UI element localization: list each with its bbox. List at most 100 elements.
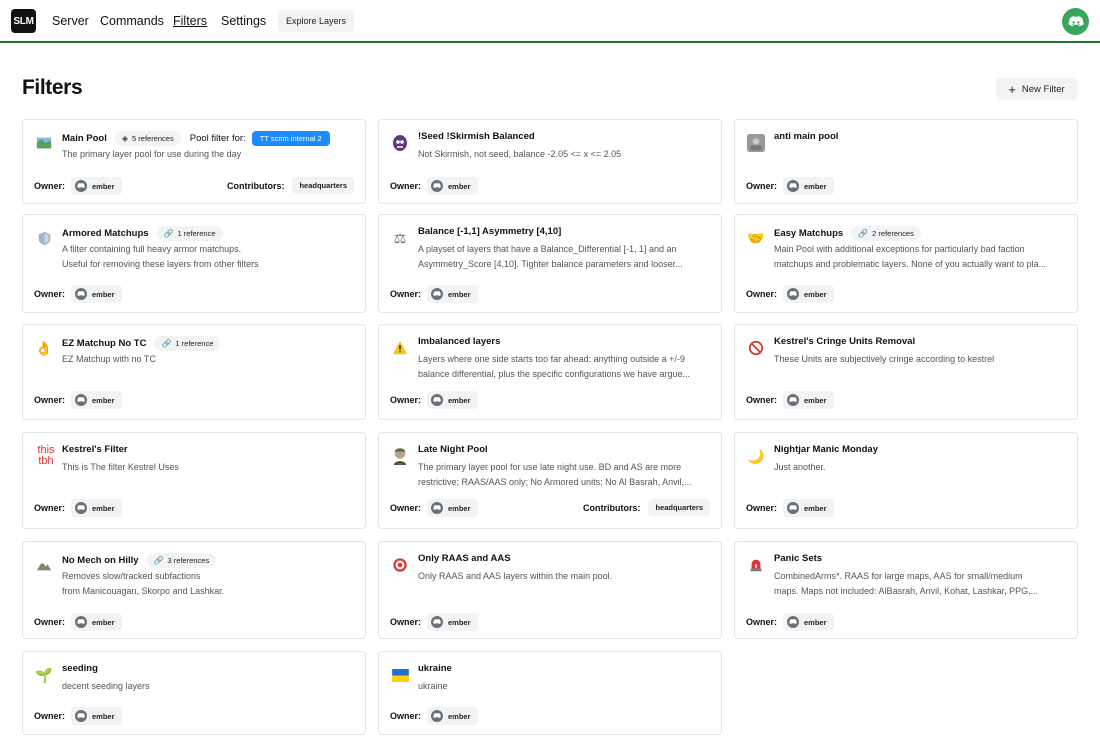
owner-name: ember [92, 503, 115, 513]
owner-chip[interactable]: ember [783, 391, 834, 409]
owner-row: Owner: ember [390, 499, 478, 517]
prohibited-icon [747, 339, 765, 357]
filter-card[interactable]: Main Pool ◈ 5 references Pool filter for: TT… [22, 119, 366, 204]
filter-card[interactable]: Panic Sets CombinedArms*. RAAS for large … [734, 541, 1078, 639]
filter-name[interactable]: seeding [62, 663, 98, 674]
filter-description: Removes slow/tracked subfactions from Man… [62, 569, 355, 598]
layers-icon: ◈ [121, 134, 129, 143]
owner-chip[interactable]: ember [427, 499, 478, 517]
filter-description: This is The filter Kestrel Uses [62, 460, 355, 475]
discord-login-button[interactable] [1062, 8, 1089, 35]
owner-label: Owner: [746, 395, 778, 405]
filter-name[interactable]: Easy Matchups [774, 228, 843, 239]
filter-card[interactable]: ⚖ Balance [-1,1] Asymmetry [4,10] A playse… [378, 214, 722, 313]
contributor-chip[interactable]: headquarters [292, 177, 354, 194]
card-header: Main Pool ◈ 5 references Pool filter for: TT… [62, 131, 355, 146]
filter-card[interactable]: ukraine ukraine Owner: ember [378, 651, 722, 735]
nav-server[interactable]: Server [52, 14, 89, 28]
filter-card[interactable]: !Seed !Skirmish Balanced Not Skirmish, no… [378, 119, 722, 204]
owner-name: ember [92, 289, 115, 299]
owner-chip[interactable]: ember [71, 391, 122, 409]
filter-name[interactable]: Kestrel's Cringe Units Removal [774, 336, 915, 347]
filter-name[interactable]: Only RAAS and AAS [418, 553, 511, 564]
card-header: Kestrel's Cringe Units Removal [774, 336, 1067, 347]
filter-card[interactable]: Late Night Pool The primary layer pool fo… [378, 432, 722, 529]
owner-chip[interactable]: ember [427, 391, 478, 409]
owner-chip[interactable]: ember [71, 499, 122, 517]
explore-layers-button[interactable]: Explore Layers [278, 10, 355, 32]
filter-name[interactable]: Late Night Pool [418, 444, 488, 455]
filter-name[interactable]: Balance [-1,1] Asymmetry [4,10] [418, 226, 561, 237]
card-header: Late Night Pool [418, 444, 711, 455]
owner-chip[interactable]: ember [783, 177, 834, 195]
owner-row: Owner: ember [390, 391, 478, 409]
app-logo[interactable]: SLM [11, 9, 36, 33]
filter-card[interactable]: Imbalanced layers Layers where one side s… [378, 324, 722, 420]
references-badge[interactable]: 🔗 1 reference [156, 226, 223, 241]
filter-name[interactable]: No Mech on Hilly [62, 555, 139, 566]
filter-card[interactable]: No Mech on Hilly 🔗 3 references Removes slo… [22, 541, 366, 639]
new-filter-label: New Filter [1021, 83, 1065, 95]
discord-avatar-icon [431, 394, 444, 406]
top-navbar: SLM Server Commands Filters Settings Exp… [0, 0, 1100, 43]
owner-row: Owner: ember [34, 707, 122, 725]
description-line: A filter containing full heavy armor mat… [62, 244, 242, 254]
filter-name[interactable]: Main Pool [62, 133, 107, 144]
filter-card[interactable]: 🌙 Nightjar Manic Monday Just another. Owner… [734, 432, 1078, 529]
references-badge[interactable]: 🔗 2 references [851, 226, 921, 241]
owner-chip[interactable]: ember [71, 177, 122, 195]
filter-card[interactable]: 🤝 Easy Matchups 🔗 2 references Main Pool wit… [734, 214, 1078, 313]
filter-card[interactable]: Only RAAS and AAS Only RAAS and AAS layer… [378, 541, 722, 639]
filter-name[interactable]: !Seed !Skirmish Balanced [418, 131, 535, 142]
owner-chip[interactable]: ember [427, 613, 478, 631]
discord-avatar-icon [431, 180, 444, 192]
nav-settings[interactable]: Settings [221, 14, 266, 28]
owner-chip[interactable]: ember [427, 177, 478, 195]
filter-description: CombinedArms*. RAAS for large maps, AAS … [774, 569, 1067, 598]
filter-name[interactable]: Nightjar Manic Monday [774, 444, 878, 455]
filter-card[interactable]: 🌱 seeding decent seeding layers Owner: ember [22, 651, 366, 735]
description-line: matchups and problematic layers. None of… [774, 258, 1047, 269]
owner-chip[interactable]: ember [427, 285, 478, 303]
filter-card[interactable]: this tbh Kestrel's Filter This is The filte… [22, 432, 366, 529]
references-badge[interactable]: ◈ 5 references [114, 131, 181, 146]
filter-name[interactable]: EZ Matchup No TC [62, 338, 146, 349]
filter-name[interactable]: ukraine [418, 663, 452, 674]
filter-card[interactable]: 👌 EZ Matchup No TC 🔗 1 reference EZ Matchup … [22, 324, 366, 420]
owner-name: ember [448, 503, 471, 513]
references-badge[interactable]: 🔗 3 references [146, 553, 217, 568]
references-count: 1 reference [177, 229, 216, 238]
filter-description: Not Skirmish, not seed, balance -2.05 <=… [418, 147, 711, 162]
owner-chip[interactable]: ember [71, 707, 122, 725]
filter-name[interactable]: Panic Sets [774, 553, 822, 564]
filter-card[interactable]: Armored Matchups 🔗 1 reference A filter con… [22, 214, 366, 313]
card-header: Armored Matchups 🔗 1 reference [62, 226, 355, 241]
link-icon: 🔗 [163, 229, 174, 238]
pool-filter-tag[interactable]: TT scrim internal 2 [251, 131, 330, 146]
owner-chip[interactable]: ember [783, 499, 834, 517]
link-icon: 🔗 [858, 229, 869, 238]
filter-name[interactable]: anti main pool [774, 131, 838, 142]
filter-card[interactable]: anti main pool Owner: ember [734, 119, 1078, 204]
nav-filters[interactable]: Filters [173, 14, 207, 28]
filter-name[interactable]: Imbalanced layers [418, 336, 500, 347]
filter-card[interactable]: Kestrel's Cringe Units Removal These Unit… [734, 324, 1078, 420]
icon-text-line: tbh [38, 455, 54, 467]
owner-chip[interactable]: ember [71, 285, 122, 303]
owner-row: Owner: ember [390, 177, 478, 195]
page-title: Filters [22, 76, 83, 99]
contributor-chip[interactable]: headquarters [648, 499, 710, 516]
owner-chip[interactable]: ember [783, 613, 834, 631]
nav-commands[interactable]: Commands [100, 14, 164, 28]
siren-icon [747, 556, 765, 574]
owner-chip[interactable]: ember [783, 285, 834, 303]
description-line: Only RAAS and AAS layers within the main… [418, 571, 613, 581]
owner-chip[interactable]: ember [71, 613, 122, 631]
discord-avatar-icon [431, 710, 444, 722]
filter-name[interactable]: Armored Matchups [62, 228, 149, 239]
new-filter-button[interactable]: + New Filter [996, 78, 1077, 100]
references-badge[interactable]: 🔗 1 reference [154, 336, 221, 351]
owner-chip[interactable]: ember [427, 707, 478, 725]
filter-name[interactable]: Kestrel's Filter [62, 444, 128, 455]
owner-label: Owner: [746, 181, 778, 191]
